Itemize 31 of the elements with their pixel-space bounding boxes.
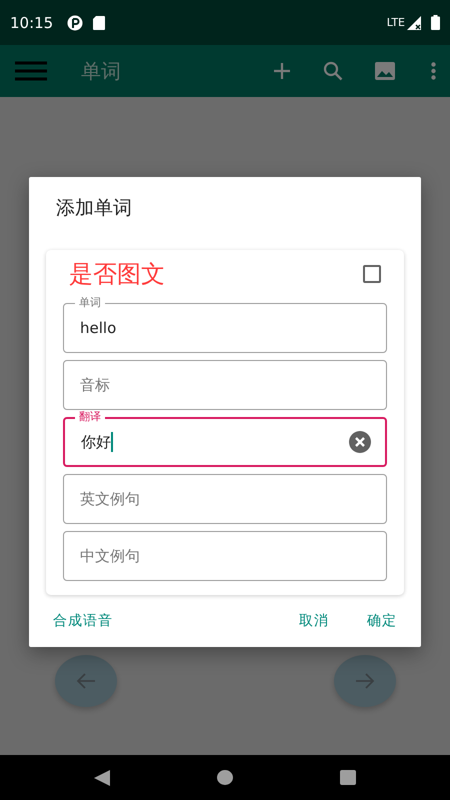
signal-icon [407,16,421,30]
field-placeholder: 音标 [80,376,110,394]
arrow-right-icon [355,672,375,690]
home-icon[interactable] [216,770,233,785]
sd-card-icon [93,16,106,30]
field-placeholder: 中文例句 [80,546,140,566]
field-value: 你好 [81,432,111,452]
field-value: hello [80,319,116,337]
dialog-button[interactable]: 取消 [291,606,337,636]
network-type: LTE [386,16,405,29]
battery-icon [431,15,440,30]
app-title: 单词 [81,58,122,84]
back-icon[interactable] [94,770,110,786]
clear-icon[interactable] [349,431,371,453]
arrow-left-icon [76,672,96,690]
toggle-label: 是否图文 [69,259,165,290]
clock: 10:15 [10,14,54,32]
more-icon[interactable] [431,62,436,80]
dialog-title: 添加单词 [55,196,133,221]
dialog-button[interactable]: 合成语音 [45,606,121,636]
checkbox[interactable] [363,265,381,283]
field-label: 翻译 [75,410,105,424]
notification-icon [67,14,84,30]
add-icon[interactable] [273,62,291,80]
field-label: 单词 [75,296,105,310]
dialog-button[interactable]: 确定 [359,606,405,636]
field-placeholder: 英文例句 [80,490,140,508]
menu-icon[interactable] [15,61,47,81]
search-icon[interactable] [323,61,343,81]
recents-icon[interactable] [340,770,356,785]
image-icon[interactable] [375,62,395,80]
